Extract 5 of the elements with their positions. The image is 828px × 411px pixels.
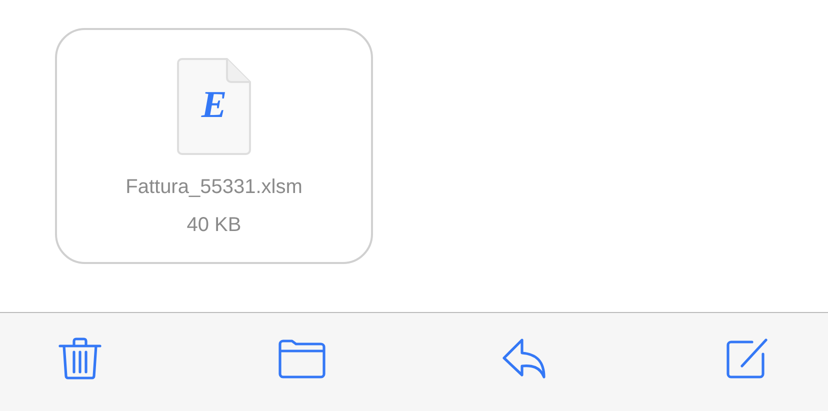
attachment-card[interactable]: E Fattura_55331.xlsm 40 KB [55, 28, 373, 264]
file-type-letter: E [200, 86, 228, 124]
file-name: Fattura_55331.xlsm [126, 175, 302, 199]
document-icon [177, 58, 251, 155]
file-size: 40 KB [186, 213, 242, 237]
